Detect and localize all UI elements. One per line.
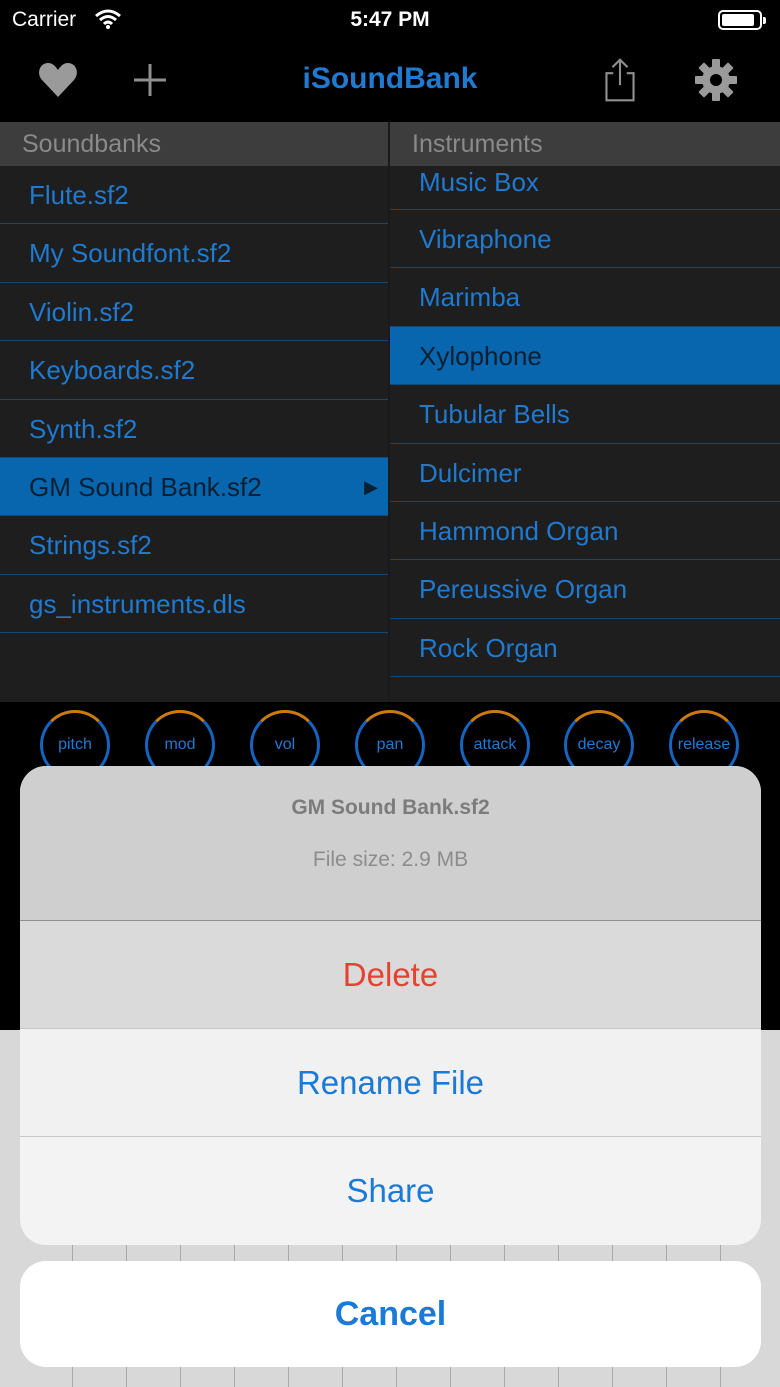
delete-button[interactable]: Delete <box>20 921 761 1029</box>
instrument-item[interactable]: Marimba <box>390 268 780 327</box>
cancel-button[interactable]: Cancel <box>20 1261 761 1367</box>
soundbank-item[interactable]: gs_instruments.dls <box>0 575 388 634</box>
instrument-item[interactable]: Tubular Bells <box>390 385 780 444</box>
action-sheet-header: GM Sound Bank.sf2 File size: 2.9 MB <box>20 766 761 921</box>
share-icon[interactable] <box>598 58 642 102</box>
instrument-item[interactable]: Rock Organ <box>390 619 780 678</box>
column-divider <box>388 122 390 702</box>
instrument-item[interactable]: Pereussive Organ <box>390 560 780 619</box>
status-bar: Carrier 5:47 PM <box>0 0 780 40</box>
soundbank-item[interactable]: Keyboards.sf2 <box>0 341 388 400</box>
soundbank-list[interactable]: Flute.sf2 My Soundfont.sf2 Violin.sf2 Ke… <box>0 166 388 702</box>
action-sheet-subtitle: File size: 2.9 MB <box>312 848 469 871</box>
instruments-header: Instruments <box>390 122 780 166</box>
instrument-item[interactable]: Hammond Organ <box>390 502 780 561</box>
instrument-item[interactable]: Dulcimer <box>390 444 780 502</box>
soundbank-item[interactable]: Synth.sf2 <box>0 400 388 458</box>
clock: 5:47 PM <box>350 8 430 31</box>
instrument-list[interactable]: Music Box Vibraphone Marimba Xylophone T… <box>390 166 780 702</box>
soundbanks-header: Soundbanks <box>0 122 388 166</box>
action-sheet-title: GM Sound Bank.sf2 <box>291 796 490 819</box>
instrument-item[interactable]: Music Box <box>390 166 780 210</box>
app-title: iSoundBank <box>302 62 478 95</box>
rename-file-button[interactable]: Rename File <box>20 1029 761 1137</box>
action-sheet: GM Sound Bank.sf2 File size: 2.9 MB Dele… <box>20 766 761 1245</box>
gear-icon[interactable] <box>694 58 738 102</box>
soundbank-item[interactable]: Violin.sf2 <box>0 283 388 342</box>
battery-icon <box>718 10 766 30</box>
soundbank-item[interactable]: My Soundfont.sf2 <box>0 224 388 283</box>
instrument-item-selected[interactable]: Xylophone <box>390 326 780 386</box>
soundbank-item[interactable]: Strings.sf2 <box>0 516 388 575</box>
share-button[interactable]: Share <box>20 1137 761 1245</box>
instrument-item[interactable]: Vibraphone <box>390 210 780 269</box>
play-arrow-icon: ▶ <box>364 476 378 497</box>
soundbank-item-selected[interactable]: GM Sound Bank.sf2 ▶ <box>0 457 388 517</box>
soundbank-item[interactable]: Flute.sf2 <box>0 166 388 225</box>
navigation-bar: iSoundBank <box>0 40 780 120</box>
